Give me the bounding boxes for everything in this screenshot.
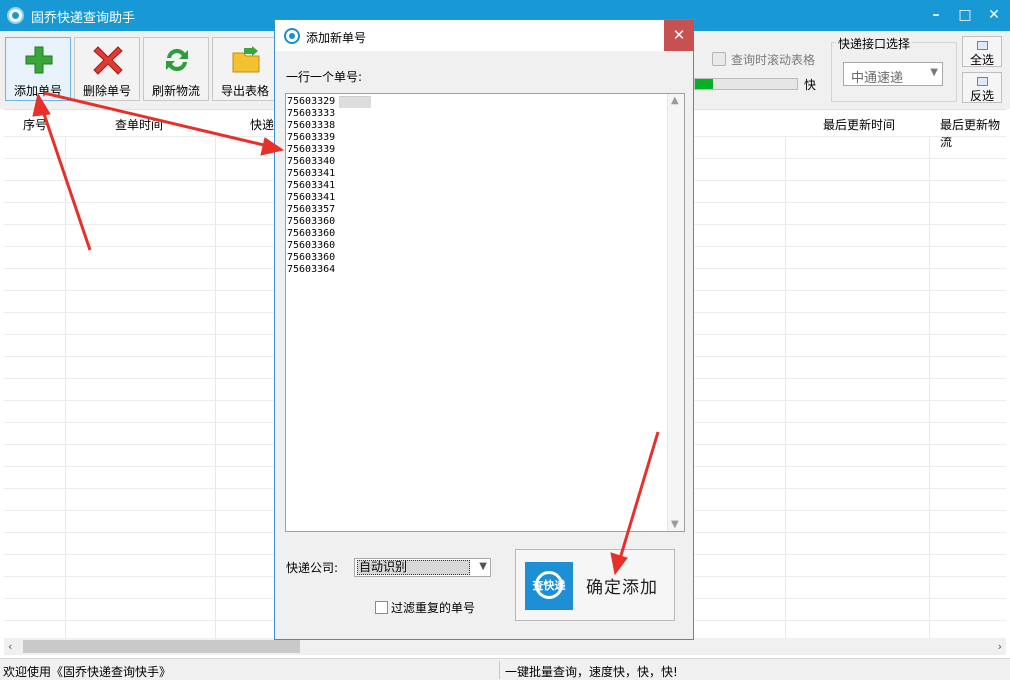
select-all-label: 全选 [969, 53, 994, 67]
scroll-left-icon[interactable]: ‹ [8, 638, 12, 655]
column-header-courier[interactable]: 快递 [250, 116, 274, 133]
interface-select-value: 中通速递 [851, 71, 904, 86]
minimize-button[interactable]: – [923, 3, 949, 27]
filter-duplicates-checkbox[interactable] [375, 601, 388, 614]
logo-text: 查快递 [532, 579, 566, 592]
tracking-number-line: 75603360 [287, 252, 336, 263]
chevron-down-icon: ▼ [930, 67, 938, 78]
invert-select-button[interactable]: 反选 [962, 72, 1002, 103]
tracking-number-list: 75603329 75603333 75603338 75603339 7560… [287, 96, 371, 276]
query-express-logo-icon: 查快递 [525, 562, 573, 610]
add-number-dialog: 添加新单号 ✕ 一行一个单号: 75603329 75603333 756033… [274, 19, 694, 640]
column-header-query-time[interactable]: 查单时间 [115, 116, 163, 133]
tracking-number-line: 75603360 [287, 240, 336, 251]
grid-divider [215, 136, 216, 639]
grid-divider [785, 136, 786, 639]
interface-select[interactable]: 中通速递 ▼ [843, 62, 943, 86]
refresh-icon [166, 48, 188, 72]
add-number-label: 添加单号 [13, 84, 62, 98]
tracking-number-line: 75603333 [287, 108, 336, 119]
scroll-up-icon[interactable]: ▲ [671, 95, 679, 106]
dialog-close-button[interactable]: ✕ [664, 20, 694, 51]
tracking-number-line: 75603364 [287, 264, 336, 275]
dialog-title: 添加新单号 [306, 31, 367, 45]
scroll-right-icon[interactable]: › [998, 638, 1002, 655]
refresh-logistics-button[interactable]: 刷新物流 [143, 37, 209, 101]
company-label: 快递公司: [286, 561, 339, 575]
app-logo-icon [7, 7, 24, 24]
textarea-scrollbar[interactable]: ▲ ▼ [667, 94, 684, 531]
tracking-numbers-textarea[interactable]: 75603329 75603333 75603338 75603339 7560… [285, 93, 685, 532]
speed-progress-fill [695, 79, 714, 89]
folder-export-icon [232, 46, 260, 73]
tracking-number-line: 75603339 [287, 132, 336, 143]
export-table-button[interactable]: 导出表格 [212, 37, 278, 101]
column-header-last-update-time[interactable]: 最后更新时间 [823, 116, 895, 133]
status-divider [499, 661, 500, 679]
speed-progress-bar [694, 78, 798, 90]
tracking-number-line: 75603360 [287, 228, 336, 239]
scroll-table-label: 查询时滚动表格 [731, 53, 816, 67]
scroll-thumb[interactable] [23, 640, 300, 653]
refresh-logistics-label: 刷新物流 [151, 84, 200, 98]
horizontal-scrollbar[interactable]: ‹ › [4, 638, 1006, 655]
tracking-number-line: 75603357 [287, 204, 336, 215]
grid-divider [65, 136, 66, 639]
confirm-add-button[interactable]: 查快递 确定添加 [515, 549, 675, 621]
list-icon [977, 41, 988, 50]
tracking-number-line: 75603341 [287, 180, 336, 191]
close-button[interactable]: ✕ [981, 3, 1007, 27]
list-icon [977, 77, 988, 86]
tracking-number-line: 75603340 [287, 156, 336, 167]
status-welcome-text: 欢迎使用《固乔快递查询快手》 [3, 665, 172, 679]
interface-group-title: 快递接口选择 [836, 35, 913, 52]
company-select-value: 自动识别 [357, 560, 470, 575]
tracking-number-line: 75603339 [287, 144, 336, 155]
dialog-logo-icon [284, 28, 300, 44]
invert-select-label: 反选 [969, 89, 994, 103]
filter-duplicates-label[interactable]: 过滤重复的单号 [391, 599, 475, 616]
dialog-prompt: 一行一个单号: [286, 70, 363, 84]
company-select[interactable]: 自动识别 ▼ [354, 558, 491, 577]
status-slogan-text: 一键批量查询，速度快，快，快! [505, 665, 678, 679]
chevron-down-icon: ▼ [479, 561, 487, 572]
status-bar: 欢迎使用《固乔快递查询快手》 一键批量查询，速度快，快，快! [0, 658, 1010, 680]
pixelation-mask [339, 96, 371, 108]
confirm-add-label: 确定添加 [586, 578, 658, 598]
tracking-number-line: 75603360 [287, 216, 336, 227]
tracking-number-line: 75603341 [287, 192, 336, 203]
delete-x-icon [93, 46, 123, 75]
delete-number-button[interactable]: 删除单号 [74, 37, 140, 101]
delete-number-label: 删除单号 [82, 84, 131, 98]
scroll-down-icon[interactable]: ▼ [671, 519, 679, 530]
export-table-label: 导出表格 [220, 84, 269, 98]
add-number-button[interactable]: 添加单号 [5, 37, 71, 101]
scroll-table-checkbox[interactable] [712, 52, 726, 66]
plus-icon [25, 46, 53, 74]
tracking-number-line: 75603338 [287, 120, 336, 131]
tracking-number-line: 75603329 [287, 96, 336, 107]
tracking-number-line: 75603341 [287, 168, 336, 179]
dialog-title-bar: 添加新单号 ✕ [275, 20, 694, 51]
maximize-button[interactable]: □ [952, 3, 978, 27]
column-header-last-update-logistics[interactable]: 最后更新物流 [940, 116, 1006, 150]
window-title: 固乔快递查询助手 [31, 11, 136, 26]
grid-divider [929, 136, 930, 639]
column-header-index[interactable]: 序号 [23, 116, 47, 133]
select-all-button[interactable]: 全选 [962, 36, 1002, 67]
speed-label: 快 [804, 78, 817, 92]
